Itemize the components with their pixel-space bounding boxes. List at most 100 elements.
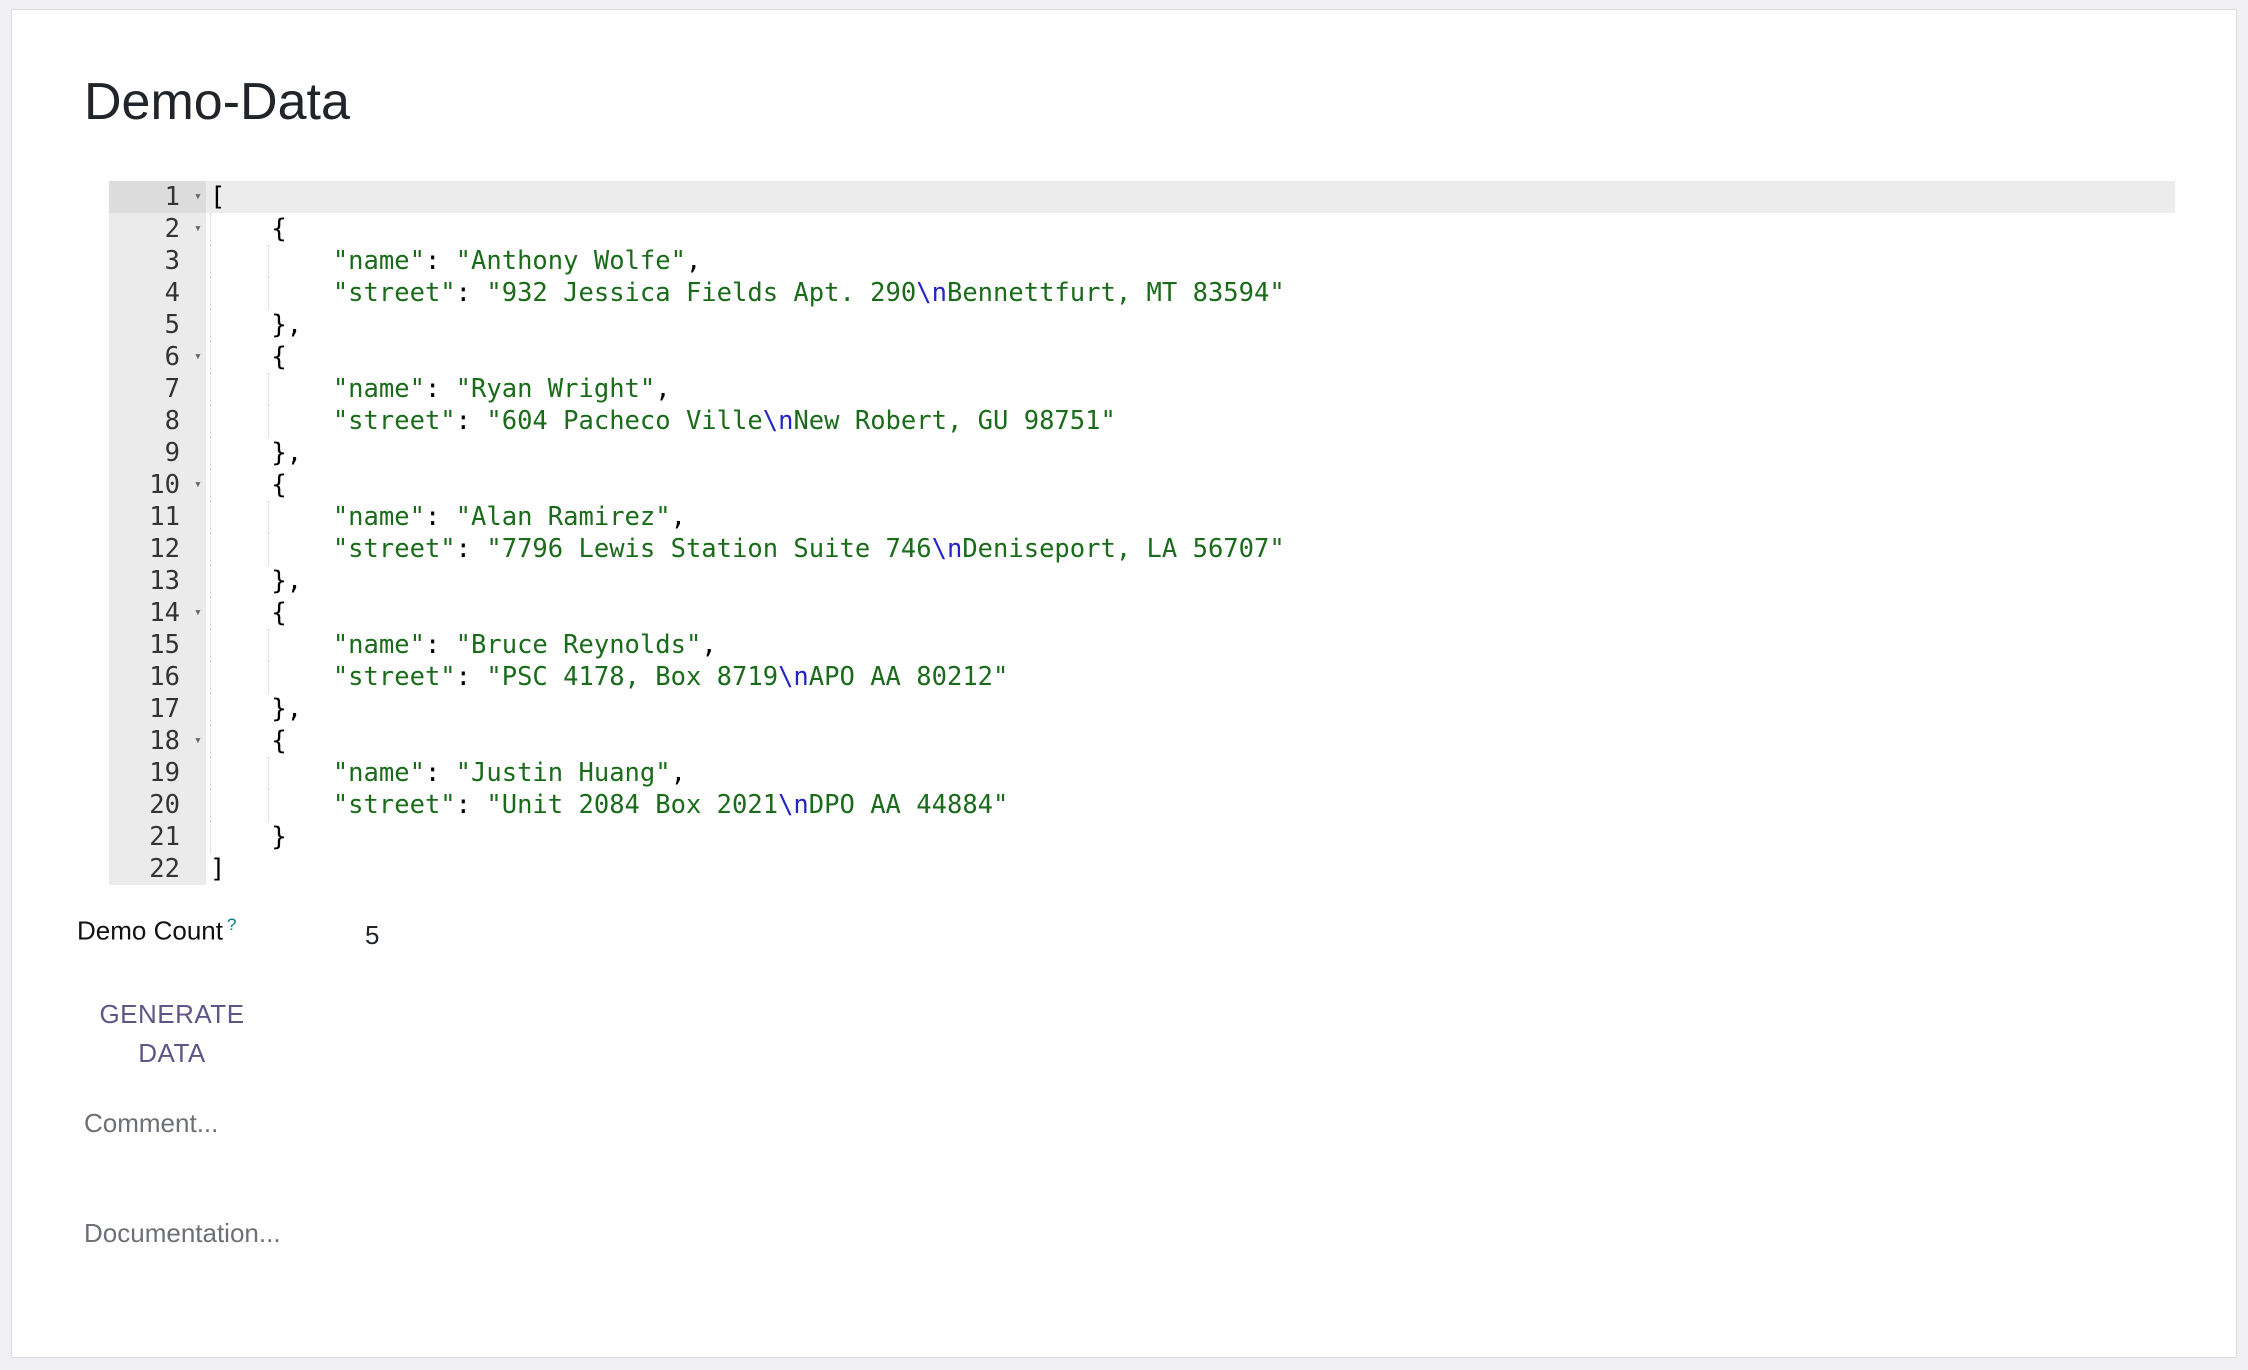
- line-number: 19: [149, 758, 180, 788]
- code-line[interactable]: 11 "name": "Alan Ramirez",: [109, 501, 2175, 533]
- code-text: }: [206, 821, 2175, 853]
- documentation-input[interactable]: [84, 1213, 2084, 1253]
- line-number: 14: [149, 598, 180, 628]
- comment-input[interactable]: [84, 1103, 2084, 1143]
- indent-guide: [210, 213, 211, 245]
- gutter-cell: 14 ▾: [109, 597, 206, 629]
- punctuation: },: [271, 694, 303, 724]
- code-line[interactable]: 21 }: [109, 821, 2175, 853]
- line-number: 22: [149, 854, 180, 884]
- button-label-line: DATA: [138, 1038, 206, 1068]
- code-line[interactable]: 19 "name": "Justin Huang",: [109, 757, 2175, 789]
- code-line[interactable]: 22]: [109, 853, 2175, 885]
- punctuation: {: [271, 726, 287, 756]
- code-line[interactable]: 16 "street": "PSC 4178, Box 8719\nAPO AA…: [109, 661, 2175, 693]
- code-line[interactable]: 20 "street": "Unit 2084 Box 2021\nDPO AA…: [109, 789, 2175, 821]
- code-text: [: [206, 181, 2175, 213]
- json-key: "name": [332, 758, 425, 788]
- fold-toggle-icon[interactable]: ▾: [194, 469, 202, 501]
- code-line[interactable]: 12 "street": "7796 Lewis Station Suite 7…: [109, 533, 2175, 565]
- code-text: {: [206, 341, 2175, 373]
- gutter-cell: 8: [109, 405, 206, 437]
- indent-guide: [268, 629, 269, 661]
- code-line[interactable]: 15 "name": "Bruce Reynolds",: [109, 629, 2175, 661]
- form-sheet: Demo-Data 1 ▾[2 ▾ {3 "name": "Anthony Wolf…: [11, 9, 2237, 1358]
- generate-data-button[interactable]: GENERATE DATA: [92, 995, 252, 1073]
- code-line[interactable]: 9 },: [109, 437, 2175, 469]
- line-number: 3: [164, 246, 180, 276]
- code-line[interactable]: 6 ▾ {: [109, 341, 2175, 373]
- gutter-cell: 2 ▾: [109, 213, 206, 245]
- line-number: 2: [164, 214, 180, 244]
- indent-guide: [210, 245, 211, 277]
- json-code-editor[interactable]: 1 ▾[2 ▾ {3 "name": "Anthony Wolfe", 4 "stre…: [109, 181, 2175, 885]
- json-key: "street": [332, 790, 456, 820]
- code-text: {: [206, 469, 2175, 501]
- line-number: 9: [164, 438, 180, 468]
- demo-count-value[interactable]: 5: [365, 920, 379, 951]
- code-line[interactable]: 4 "street": "932 Jessica Fields Apt. 290…: [109, 277, 2175, 309]
- fold-toggle-icon[interactable]: ▾: [194, 341, 202, 373]
- indent-guide: [268, 789, 269, 821]
- json-key: "street": [332, 534, 456, 564]
- indent-guide: [210, 629, 211, 661]
- gutter-cell: 19: [109, 757, 206, 789]
- indent-guide: [210, 277, 211, 309]
- fold-toggle-icon[interactable]: ▾: [194, 213, 202, 245]
- indent-guide: [210, 501, 211, 533]
- code-line[interactable]: 1 ▾[: [109, 181, 2175, 213]
- code-line[interactable]: 5 },: [109, 309, 2175, 341]
- fold-toggle-icon[interactable]: ▾: [194, 725, 202, 757]
- key-separator: :: [455, 534, 487, 564]
- escape-sequence: \n: [916, 278, 947, 308]
- indent-guide: [210, 789, 211, 821]
- code-line[interactable]: 2 ▾ {: [109, 213, 2175, 245]
- code-text: "name": "Anthony Wolfe",: [206, 245, 2175, 277]
- gutter-cell: 21: [109, 821, 206, 853]
- line-number: 12: [149, 534, 180, 564]
- code-line[interactable]: 18 ▾ {: [109, 725, 2175, 757]
- json-string-value: "604 Pacheco Ville: [486, 406, 763, 436]
- fold-toggle-icon[interactable]: ▾: [194, 597, 202, 629]
- key-separator: :: [455, 406, 487, 436]
- code-line[interactable]: 7 "name": "Ryan Wright",: [109, 373, 2175, 405]
- json-string-value: "Unit 2084 Box 2021: [486, 790, 779, 820]
- code-text: "street": "PSC 4178, Box 8719\nAPO AA 80…: [206, 661, 2175, 693]
- code-text: },: [206, 309, 2175, 341]
- gutter-cell: 5: [109, 309, 206, 341]
- gutter-cell: 22: [109, 853, 206, 885]
- code-line[interactable]: 17 },: [109, 693, 2175, 725]
- json-string-value: "Bruce Reynolds": [455, 630, 702, 660]
- help-icon[interactable]: ?: [227, 915, 236, 934]
- json-string-value: "Anthony Wolfe": [455, 246, 686, 276]
- code-line[interactable]: 14 ▾ {: [109, 597, 2175, 629]
- line-number: 5: [164, 310, 180, 340]
- fold-toggle-icon[interactable]: ▾: [194, 181, 202, 213]
- indent-guide: [210, 725, 211, 757]
- json-key: "street": [332, 662, 456, 692]
- gutter-cell: 6 ▾: [109, 341, 206, 373]
- code-line[interactable]: 10 ▾ {: [109, 469, 2175, 501]
- line-number: 13: [149, 566, 180, 596]
- button-label-line: GENERATE: [99, 999, 245, 1029]
- gutter-cell: 15: [109, 629, 206, 661]
- code-line[interactable]: 13 },: [109, 565, 2175, 597]
- page-title: Demo-Data: [84, 73, 350, 131]
- punctuation: ]: [210, 854, 226, 884]
- indent-guide: [210, 405, 211, 437]
- gutter-cell: 13: [109, 565, 206, 597]
- code-line[interactable]: 8 "street": "604 Pacheco Ville\nNew Robe…: [109, 405, 2175, 437]
- code-line[interactable]: 3 "name": "Anthony Wolfe",: [109, 245, 2175, 277]
